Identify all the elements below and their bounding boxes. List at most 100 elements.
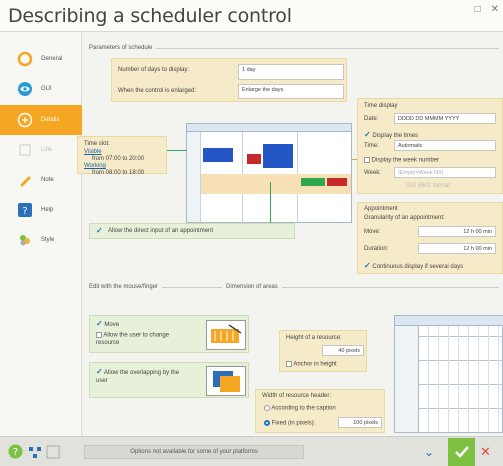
working-link[interactable]: Working: [84, 163, 106, 169]
ok-check-icon: [454, 446, 469, 458]
height-value: 40 pixels: [338, 348, 360, 354]
time-format-input[interactable]: Automatic: [394, 140, 496, 151]
sidebar-item-label: Note: [41, 177, 54, 183]
overlap-options: ✓ Allow the overlapping by the user: [89, 362, 249, 398]
sidebar-item-help[interactable]: ? Help: [0, 195, 82, 225]
continuous-row[interactable]: ✓ Continuous display if several days: [364, 261, 463, 270]
width-panel: Width of resource header: According to t…: [255, 389, 385, 433]
preview-appointment: [247, 154, 261, 164]
direct-input-label: Allow the direct input of an appointment: [108, 228, 214, 234]
radio-button[interactable]: [264, 405, 270, 411]
allow-overlap-row[interactable]: ✓ Allow the overlapping by the user: [96, 367, 188, 386]
network-icon[interactable]: [28, 445, 42, 461]
restore-window-icon[interactable]: □: [475, 4, 481, 15]
checkbox[interactable]: [364, 157, 370, 163]
height-panel: Height of a resource: 40 pixels Anchor i…: [279, 330, 367, 372]
sidebar-item-label: Link: [41, 147, 53, 153]
chevron-down-icon[interactable]: ⌄: [424, 445, 434, 459]
sidebar-item-label: Style: [41, 237, 55, 243]
preview-appointment: [263, 144, 293, 168]
duration-granularity-input[interactable]: 12 h 00 min: [418, 243, 496, 254]
eye-icon: [16, 81, 33, 98]
checkmark-icon: ✓: [96, 319, 103, 328]
enlarged-select[interactable]: Enlarge the days: [238, 84, 344, 99]
days-value: 1 day: [242, 67, 256, 73]
days-select[interactable]: 1 day: [238, 64, 344, 80]
sidebar-item-note[interactable]: Note: [0, 165, 82, 195]
move-option-label: Move: [104, 322, 120, 328]
week-label: Week:: [364, 170, 381, 176]
sidebar-item-label: Help: [41, 207, 54, 213]
resource-grid-preview: [394, 315, 503, 433]
enlarged-label: When the control is enlarged:: [118, 88, 197, 94]
fixed-radio[interactable]: Fixed (in pixels):: [264, 420, 315, 427]
anchor-label: Anchor in height: [293, 361, 337, 368]
height-spin-input[interactable]: 40 pixels: [322, 345, 364, 356]
sidebar-item-style[interactable]: Style: [0, 225, 82, 255]
duration-granularity-value: 12 h 00 min: [463, 246, 492, 252]
scheduler-preview: [186, 123, 352, 223]
direct-input-row[interactable]: ✓ Allow the direct input of an appointme…: [89, 223, 295, 239]
link-icon: [16, 142, 33, 159]
move-granularity-input[interactable]: 12 h 00 min: [418, 226, 496, 237]
time-format-value: Automatic: [398, 143, 423, 149]
sidebar-item-label: GUI: [41, 86, 52, 92]
time-display-panel: Time display Date: DDDD DD MMMM YYYY ✓ D…: [357, 98, 503, 194]
working-value: from 08:00 to 18:00: [92, 170, 145, 176]
height-label: Height of a resource:: [286, 335, 342, 341]
svg-text:?: ?: [13, 447, 18, 458]
sidebar-item-general[interactable]: General: [0, 44, 82, 74]
date-format-input[interactable]: DDDD DD MMMM YYYY: [394, 113, 496, 124]
checkbox[interactable]: [96, 332, 102, 338]
close-window-icon[interactable]: ✕: [491, 4, 499, 15]
days-label: Number of days to display:: [118, 67, 190, 73]
iso-option[interactable]: ISO 8601 format: [406, 183, 450, 189]
help-circle-icon[interactable]: ?: [8, 444, 23, 461]
week-format-input[interactable]: (Empty=Week NX): [394, 167, 496, 178]
fixed-width-input[interactable]: 100 pixels: [338, 417, 382, 428]
grid-icon[interactable]: [46, 445, 60, 461]
radio-button[interactable]: [264, 420, 270, 426]
week-format-value: (Empty=Week NX): [398, 170, 444, 176]
params-section-header: Parameters of schedule: [89, 45, 499, 51]
preview-appointment: [327, 178, 347, 186]
appointment-panel: Appointment Granularity of an appointmen…: [357, 202, 503, 274]
sidebar-item-details[interactable]: Details: [0, 105, 82, 135]
granularity-label: Granularity of an appointment:: [364, 215, 445, 221]
window-title: Describing a scheduler control: [8, 5, 292, 27]
sidebar-item-link[interactable]: Link: [0, 135, 82, 165]
time-display-title: Time display: [364, 103, 398, 109]
days-panel: Number of days to display: 1 day When th…: [111, 58, 347, 102]
timeslot-label: Time slot:: [84, 141, 110, 147]
display-week-label: Display the week number: [371, 157, 440, 164]
platform-note: Options not available for some of your p…: [84, 445, 304, 459]
move-granularity-value: 12 h 00 min: [463, 229, 492, 235]
edit-section-title: Edit with the mouse/finger: [89, 284, 159, 290]
display-times-row[interactable]: ✓ Display the times: [364, 130, 418, 139]
display-times-label: Display the times: [372, 133, 419, 139]
connector-line: [270, 182, 271, 224]
sidebar-item-gui[interactable]: GUI: [0, 74, 82, 104]
visible-link[interactable]: Visible: [84, 149, 102, 155]
move-row[interactable]: ✓ Move: [96, 319, 119, 328]
checkmark-icon: ✓: [96, 226, 103, 235]
anchor-row[interactable]: Anchor in height: [286, 361, 337, 368]
window-buttons: □ ✕: [475, 4, 499, 15]
style-icon: [16, 232, 33, 249]
allow-change-label: Allow the user to change resource: [96, 332, 170, 347]
width-label: Width of resource header:: [262, 393, 332, 399]
cancel-button[interactable]: ✕: [480, 444, 491, 460]
allow-change-row[interactable]: Allow the user to change resource: [96, 332, 188, 348]
ok-button[interactable]: [448, 438, 475, 466]
checkmark-icon: ✓: [96, 367, 103, 376]
according-radio[interactable]: According to the caption: [264, 405, 336, 412]
main-content: Parameters of schedule Number of days to…: [77, 32, 503, 436]
resource-grid-header: [395, 316, 503, 326]
orange-ring-icon: [16, 51, 33, 68]
overlap-preview-icon: [206, 366, 246, 396]
time-label: Time:: [364, 143, 379, 149]
display-week-row[interactable]: Display the week number: [364, 157, 439, 164]
resource-grid-column: [395, 326, 419, 432]
checkbox[interactable]: [286, 361, 292, 367]
preview-appointment: [203, 148, 233, 162]
